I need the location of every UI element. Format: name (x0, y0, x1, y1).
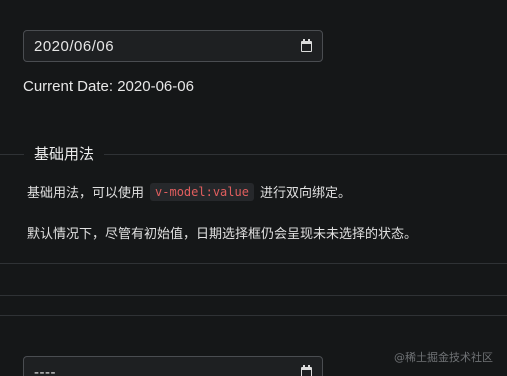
date-input-value: 2020/06/06 (34, 37, 115, 55)
date-input-value: ---- (34, 363, 56, 376)
divider (0, 295, 507, 296)
divider (0, 263, 507, 264)
watermark: @稀土掘金技术社区 (394, 351, 493, 364)
current-date-text: Current Date: 2020-06-06 (23, 78, 194, 95)
page: 2020/06/06 Current Date: 2020-06-06 基础用法… (0, 0, 507, 376)
description-text-before: 基础用法，可以使用 (27, 186, 145, 201)
date-input-bottom[interactable]: ---- (23, 356, 323, 376)
description-line-1: 基础用法，可以使用 v-model:value 进行双向绑定。 (27, 182, 351, 201)
date-input-top[interactable]: 2020/06/06 (23, 30, 323, 62)
description-line-2: 默认情况下，尽管有初始值，日期选择框仍会呈现未未选择的状态。 (27, 227, 418, 242)
calendar-icon[interactable] (301, 38, 312, 52)
inline-code: v-model:value (150, 182, 254, 201)
divider (0, 315, 507, 316)
section-title: 基础用法 (24, 143, 105, 164)
calendar-icon[interactable] (301, 364, 312, 376)
description-text-after: 进行双向绑定。 (259, 186, 351, 201)
